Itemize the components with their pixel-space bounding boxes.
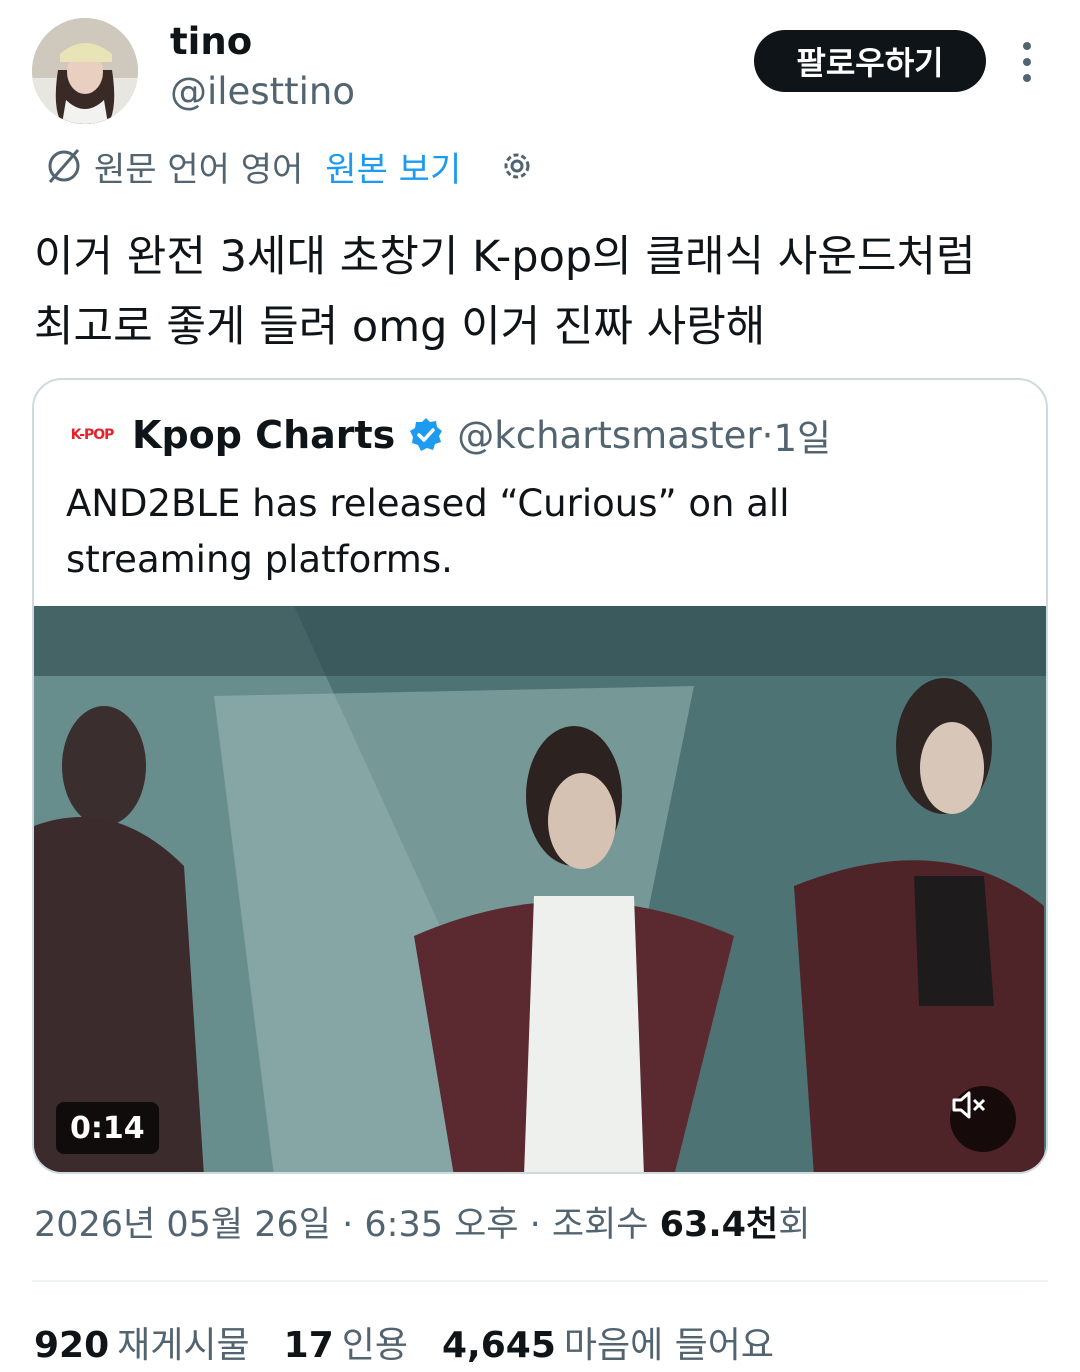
tweet-detail: tino @ilesttino 팔로우하기 원문 언어 영어 원본 보기 이거 … — [0, 0, 1080, 1372]
reposts-label: 재게시물 — [117, 1325, 250, 1366]
likes-count: 4,645 — [442, 1325, 556, 1366]
views-suffix: 회 — [778, 1205, 811, 1245]
separator-dot: · — [518, 1205, 552, 1245]
speaker-muted-icon[interactable] — [950, 1086, 1016, 1152]
video-frame — [34, 606, 1046, 1172]
likes-stat[interactable]: 4,645 마음에 들어요 — [442, 1316, 774, 1368]
views-count: 63.4천 — [659, 1205, 779, 1245]
follow-button[interactable]: 팔로우하기 — [754, 30, 986, 92]
tweet-time[interactable]: 6:35 오후 — [364, 1205, 518, 1245]
reposts-count: 920 — [34, 1325, 110, 1366]
reposts-stat[interactable]: 920 재게시물 — [34, 1316, 250, 1368]
views-label: 조회수 — [551, 1205, 660, 1245]
quotes-stat[interactable]: 17 인용 — [284, 1316, 408, 1368]
likes-label: 마음에 들어요 — [563, 1325, 775, 1366]
quoted-text-line: AND2BLE has released “Curious” on all — [66, 482, 790, 525]
quotes-label: 인용 — [341, 1325, 408, 1366]
tweet-meta: 2026년 05월 26일 · 6:35 오후 · 조회수 63.4천회 — [34, 1196, 810, 1247]
quoted-handle: @kchartsmaster — [457, 413, 762, 457]
translation-note: 원문 언어 영어 — [94, 149, 304, 190]
view-original-link[interactable]: 원본 보기 — [325, 142, 461, 191]
quoted-tweet-header: K-POP Kpop Charts @kchartsmaster · 1일 — [66, 410, 831, 460]
quotes-count: 17 — [283, 1325, 334, 1366]
gear-icon[interactable] — [499, 148, 535, 184]
kpop-logo: K-POP — [70, 427, 115, 443]
verified-badge-icon — [410, 418, 443, 451]
avatar[interactable] — [32, 18, 138, 124]
tweet-text-line: 이거 완전 3세대 초창기 K-pop의 클래식 사운드처럼 — [34, 232, 976, 282]
tweet-date[interactable]: 2026년 05월 26일 — [34, 1205, 331, 1245]
engagement-stats: 920 재게시물 17 인용 4,645 마음에 들어요 — [34, 1316, 808, 1368]
user-handle[interactable]: @ilesttino — [170, 70, 355, 113]
quoted-text-line: streaming platforms. — [66, 538, 453, 581]
display-name[interactable]: tino — [170, 20, 252, 63]
globe-slash-icon — [48, 149, 80, 183]
quoted-tweet-card[interactable]: K-POP Kpop Charts @kchartsmaster · 1일 AN… — [32, 378, 1048, 1174]
tweet-text-line: 최고로 좋게 들려 omg 이거 진짜 사랑해 — [34, 302, 766, 352]
tweet-text: 이거 완전 3세대 초창기 K-pop의 클래식 사운드처럼 최고로 좋게 들려… — [34, 222, 1054, 362]
separator-dot: · — [761, 413, 774, 457]
more-vertical-icon[interactable] — [1010, 38, 1044, 86]
quoted-display-name: Kpop Charts — [132, 413, 396, 457]
quoted-tweet-text: AND2BLE has released “Curious” on all st… — [66, 476, 926, 588]
video-duration-badge: 0:14 — [56, 1102, 159, 1154]
quoted-timestamp: 1일 — [773, 417, 832, 460]
separator-dot: · — [331, 1205, 365, 1245]
video-player[interactable]: 0:14 — [34, 606, 1046, 1172]
translation-row: 원문 언어 영어 원본 보기 — [44, 140, 535, 192]
divider — [32, 1280, 1048, 1282]
